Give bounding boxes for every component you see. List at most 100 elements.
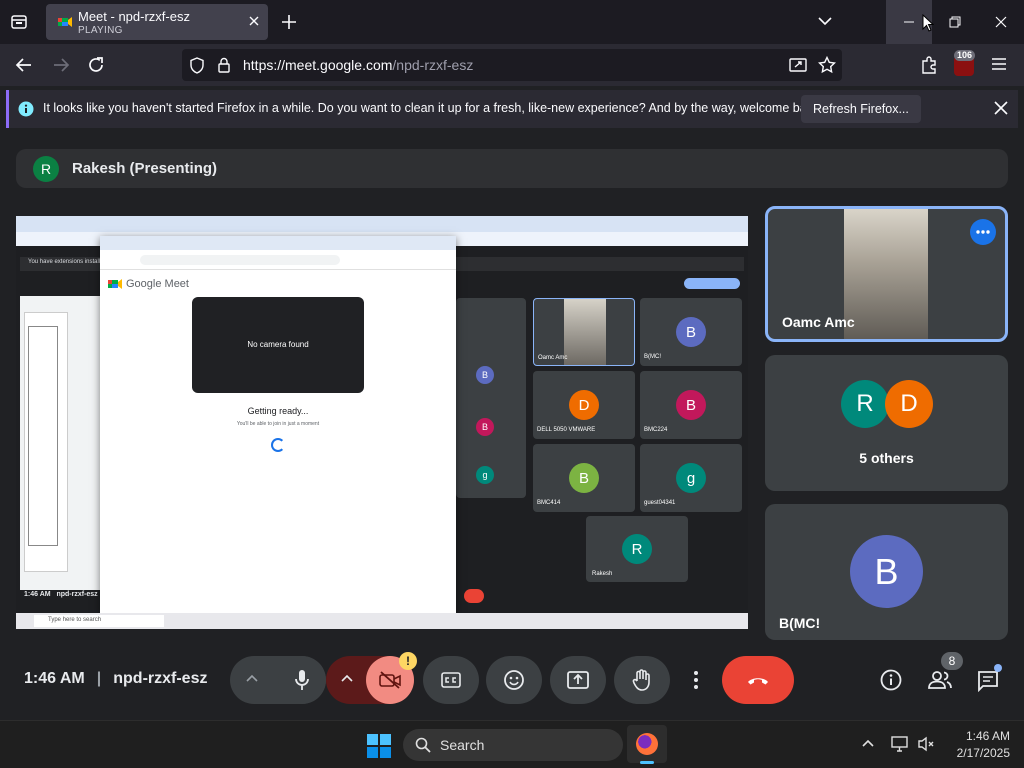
forward-arrow-icon[interactable] (52, 56, 70, 74)
extensions-count-badge: 106 (954, 50, 976, 61)
inner-side-avatar-3: g (476, 466, 494, 484)
inner-tile-1-avatar: B (676, 317, 706, 347)
present-screen-button[interactable] (550, 656, 606, 704)
inner-tile-3: B BMC224 (640, 371, 742, 439)
meeting-details: 1:46 AM | npd-rzxf-esz (24, 670, 207, 688)
reactions-button[interactable] (486, 656, 542, 704)
inner-popup-address (100, 250, 456, 270)
self-video-tile[interactable]: Oamc Amc (765, 206, 1008, 342)
inner-present-button (684, 278, 740, 289)
windows-start-icon[interactable] (367, 734, 391, 758)
extensions-puzzle-icon[interactable] (920, 55, 938, 74)
presenter-avatar: R (33, 156, 59, 182)
firefox-refresh-notification: It looks like you haven't started Firefo… (6, 90, 1018, 128)
shared-screen: You have extensions install... 1:46 AM n… (16, 216, 748, 629)
inner-tile-5: g guest04341 (640, 444, 742, 512)
tracking-shield-icon[interactable] (189, 57, 205, 74)
more-options-icon[interactable] (970, 219, 996, 245)
active-app-indicator (640, 761, 654, 764)
reload-icon[interactable] (87, 56, 105, 74)
captions-button[interactable] (423, 656, 479, 704)
inner-tile-5-avatar: g (676, 463, 706, 493)
refresh-firefox-button[interactable]: Refresh Firefox... (801, 95, 921, 123)
inner-code: npd-rzxf-esz (56, 591, 98, 598)
browser-tab-meet[interactable]: Meet - npd-rzxf-esz PLAYING (46, 4, 268, 40)
tray-chevron-icon[interactable] (862, 739, 874, 747)
self-video-feed (844, 209, 928, 339)
inner-preview: No camera found (192, 297, 364, 393)
inner-tile-1-name: B(MC! (644, 354, 661, 360)
lock-icon[interactable] (217, 57, 231, 73)
inner-hangup-button (464, 589, 484, 603)
meeting-info-icon[interactable] (880, 669, 902, 691)
inner-tile-3-initial: B (685, 396, 696, 414)
inner-popup-url (140, 255, 340, 265)
getting-ready-subtext: You'll be able to join in just a moment (236, 421, 320, 427)
inner-self-video (564, 299, 606, 365)
inner-tile-2-avatar: D (569, 390, 599, 420)
url-path: /npd-rzxf-esz (392, 57, 474, 73)
inner-meet-title: Google Meet (126, 278, 189, 290)
tab-overview-icon[interactable] (10, 13, 28, 31)
inner-tile-4-initial: B (578, 469, 589, 487)
inner-tile-2: D DELL 5050 VMWARE (533, 371, 635, 439)
tab-title: Meet - npd-rzxf-esz (78, 9, 190, 24)
others-label: 5 others (859, 450, 914, 466)
meeting-time: 1:46 AM (24, 670, 85, 687)
taskbar-search[interactable]: Search (403, 729, 623, 761)
inner-popup-tabstrip (100, 236, 456, 250)
meet-control-bar: 1:46 AM | npd-rzxf-esz ! 8 (0, 652, 1024, 720)
browser-tab-bar: Meet - npd-rzxf-esz PLAYING (0, 0, 1024, 44)
video-options-chevron-icon[interactable] (341, 674, 353, 682)
inner-tile-2-name: DELL 5050 VMWARE (537, 427, 596, 433)
inner-time: 1:46 AM npd-rzxf-esz (24, 591, 98, 598)
url-text: https://meet.google.com/npd-rzxf-esz (243, 57, 473, 73)
network-icon[interactable] (891, 736, 909, 752)
taskbar-date: 2/17/2025 (956, 746, 1010, 760)
details-separator: | (96, 670, 102, 687)
participant-tile-bmc[interactable]: B B(MC! (765, 504, 1008, 640)
inner-side-avatar-1: B (476, 366, 494, 384)
nested-screen-inner2 (28, 326, 58, 546)
close-window-button[interactable] (978, 0, 1024, 44)
permissions-screen-share-icon[interactable] (789, 57, 807, 73)
tab-close-icon[interactable] (248, 15, 260, 27)
taskbar-firefox-button[interactable] (627, 725, 667, 764)
inner-taskbar-search: Type here to search (34, 615, 164, 627)
new-tab-icon[interactable] (281, 14, 297, 30)
others-avatar-r: R (841, 380, 889, 428)
list-tabs-chevron-icon[interactable] (818, 16, 832, 26)
volume-muted-icon[interactable] (917, 736, 935, 752)
inner-side-avatar-2: B (476, 418, 494, 436)
loading-spinner-icon (271, 438, 285, 452)
more-options-button[interactable] (678, 656, 714, 704)
audio-options-chevron-icon[interactable] (246, 674, 258, 682)
people-icon[interactable] (927, 670, 953, 690)
menu-hamburger-icon[interactable] (991, 57, 1007, 71)
inner-tile-5-initial: g (686, 469, 696, 487)
inner-banner-text: You have extensions install... (28, 259, 106, 265)
microphone-button[interactable] (278, 656, 326, 704)
inner-tile-6: R Rakesh (586, 516, 688, 582)
back-arrow-icon[interactable] (15, 56, 33, 74)
tab-playing-status: PLAYING (78, 25, 123, 36)
inner-tile-2-initial: D (578, 396, 590, 414)
restore-window-button[interactable] (932, 0, 978, 44)
leave-call-button[interactable] (722, 656, 794, 704)
inner-popup-window: Google Meet No camera found Getting read… (100, 236, 456, 613)
meet-favicon-icon (58, 15, 72, 29)
info-icon (18, 101, 34, 117)
raise-hand-button[interactable] (614, 656, 670, 704)
taskbar-clock[interactable]: 1:46 AM 2/17/2025 (944, 729, 1010, 760)
inner-tile-3-avatar: B (676, 390, 706, 420)
inner-tile-1: B B(MC! (640, 298, 742, 366)
no-camera-text: No camera found (247, 340, 309, 349)
bookmark-star-icon[interactable] (818, 56, 836, 74)
nested-screen (20, 296, 100, 590)
people-count-badge: 8 (941, 652, 963, 670)
search-label: Search (440, 737, 485, 753)
address-bar[interactable]: https://meet.google.com/npd-rzxf-esz (182, 49, 842, 81)
chat-icon[interactable] (977, 670, 999, 692)
others-tile[interactable]: R D 5 others (765, 355, 1008, 491)
close-notification-icon[interactable] (994, 101, 1008, 115)
